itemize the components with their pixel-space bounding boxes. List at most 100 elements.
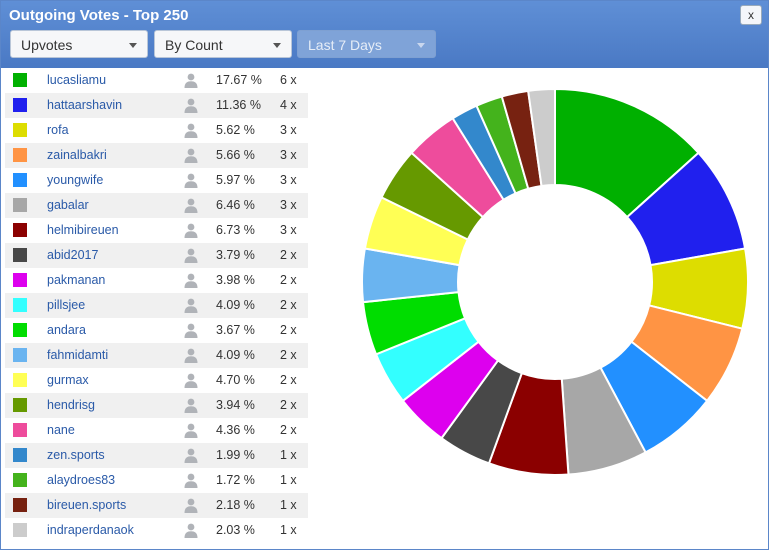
list-item: alaydroes83 1.72 % 1 x — [5, 468, 308, 493]
color-swatch — [13, 248, 27, 262]
color-swatch — [13, 323, 27, 337]
voter-name-link[interactable]: lucasliamu — [47, 73, 106, 87]
vote-type-select[interactable]: Upvotes — [10, 30, 148, 58]
vote-percent: 3.98 % — [216, 273, 255, 287]
vote-percent: 1.72 % — [216, 473, 255, 487]
user-icon[interactable] — [183, 297, 199, 313]
voter-name-link[interactable]: rofa — [47, 123, 69, 137]
user-icon[interactable] — [183, 322, 199, 338]
user-icon[interactable] — [183, 497, 199, 513]
panel-header: Outgoing Votes - Top 250 x Upvotes By Co… — [1, 1, 768, 68]
vote-count: 3 x — [280, 123, 297, 137]
vote-count: 2 x — [280, 398, 297, 412]
color-swatch — [13, 398, 27, 412]
list-item: rofa 5.62 % 3 x — [5, 118, 308, 143]
list-item: bireuen.sports 2.18 % 1 x — [5, 493, 308, 518]
list-item: andara 3.67 % 2 x — [5, 318, 308, 343]
user-icon[interactable] — [183, 422, 199, 438]
voter-name-link[interactable]: helmibireuen — [47, 223, 119, 237]
voter-name-link[interactable]: abid2017 — [47, 248, 98, 262]
voter-name-link[interactable]: gabalar — [47, 198, 89, 212]
list-item: lucasliamu 17.67 % 6 x — [5, 68, 308, 93]
close-button[interactable]: x — [740, 5, 762, 25]
color-swatch — [13, 423, 27, 437]
user-icon[interactable] — [183, 147, 199, 163]
vote-percent: 5.62 % — [216, 123, 255, 137]
user-icon[interactable] — [183, 522, 199, 538]
voter-name-link[interactable]: fahmidamti — [47, 348, 108, 362]
voter-name-link[interactable]: indraperdanaok — [47, 523, 134, 537]
vote-count: 3 x — [280, 148, 297, 162]
user-icon[interactable] — [183, 347, 199, 363]
panel-title: Outgoing Votes - Top 250 — [9, 7, 189, 24]
votes-donut-chart — [361, 87, 749, 476]
vote-count: 1 x — [280, 473, 297, 487]
vote-percent: 17.67 % — [216, 73, 262, 87]
user-icon[interactable] — [183, 372, 199, 388]
list-item: helmibireuen 6.73 % 3 x — [5, 218, 308, 243]
voter-name-link[interactable]: pakmanan — [47, 273, 105, 287]
voter-name-link[interactable]: youngwife — [47, 173, 103, 187]
vote-count: 2 x — [280, 273, 297, 287]
vote-percent: 6.46 % — [216, 198, 255, 212]
voter-name-link[interactable]: hattaarshavin — [47, 98, 122, 112]
voter-name-link[interactable]: zainalbakri — [47, 148, 107, 162]
chevron-down-icon — [129, 43, 137, 48]
voter-name-link[interactable]: alaydroes83 — [47, 473, 115, 487]
list-item: pillsjee 4.09 % 2 x — [5, 293, 308, 318]
vote-percent: 4.09 % — [216, 348, 255, 362]
voter-name-link[interactable]: bireuen.sports — [47, 498, 126, 512]
list-item: fahmidamti 4.09 % 2 x — [5, 343, 308, 368]
user-icon[interactable] — [183, 472, 199, 488]
period-select: Last 7 Days — [297, 30, 436, 58]
voter-name-link[interactable]: pillsjee — [47, 298, 85, 312]
vote-type-value: Upvotes — [21, 37, 73, 53]
list-item: zainalbakri 5.66 % 3 x — [5, 143, 308, 168]
color-swatch — [13, 148, 27, 162]
sort-select[interactable]: By Count — [154, 30, 292, 58]
color-swatch — [13, 173, 27, 187]
list-item: indraperdanaok 2.03 % 1 x — [5, 518, 308, 543]
voter-name-link[interactable]: nane — [47, 423, 75, 437]
period-value: Last 7 Days — [308, 37, 382, 53]
user-icon[interactable] — [183, 447, 199, 463]
vote-percent: 3.94 % — [216, 398, 255, 412]
voter-name-link[interactable]: andara — [47, 323, 86, 337]
vote-percent: 4.09 % — [216, 298, 255, 312]
color-swatch — [13, 98, 27, 112]
voter-name-link[interactable]: gurmax — [47, 373, 89, 387]
vote-count: 3 x — [280, 223, 297, 237]
list-item: pakmanan 3.98 % 2 x — [5, 268, 308, 293]
vote-count: 1 x — [280, 448, 297, 462]
vote-percent: 4.70 % — [216, 373, 255, 387]
vote-percent: 2.18 % — [216, 498, 255, 512]
list-item: gurmax 4.70 % 2 x — [5, 368, 308, 393]
user-icon[interactable] — [183, 222, 199, 238]
color-swatch — [13, 123, 27, 137]
user-icon[interactable] — [183, 272, 199, 288]
user-icon[interactable] — [183, 122, 199, 138]
voter-name-link[interactable]: hendrisg — [47, 398, 95, 412]
user-icon[interactable] — [183, 397, 199, 413]
voter-list: lucasliamu 17.67 % 6 x hattaarshavin 11.36 %… — [5, 68, 308, 543]
list-item: zen.sports 1.99 % 1 x — [5, 443, 308, 468]
user-icon[interactable] — [183, 197, 199, 213]
color-swatch — [13, 348, 27, 362]
vote-percent: 1.99 % — [216, 448, 255, 462]
vote-count: 1 x — [280, 498, 297, 512]
vote-percent: 6.73 % — [216, 223, 255, 237]
user-icon[interactable] — [183, 72, 199, 88]
list-item: youngwife 5.97 % 3 x — [5, 168, 308, 193]
color-swatch — [13, 448, 27, 462]
color-swatch — [13, 198, 27, 212]
vote-percent: 2.03 % — [216, 523, 255, 537]
vote-percent: 3.67 % — [216, 323, 255, 337]
user-icon[interactable] — [183, 172, 199, 188]
voter-name-link[interactable]: zen.sports — [47, 448, 105, 462]
vote-count: 2 x — [280, 373, 297, 387]
list-item: abid2017 3.79 % 2 x — [5, 243, 308, 268]
vote-percent: 3.79 % — [216, 248, 255, 262]
user-icon[interactable] — [183, 97, 199, 113]
color-swatch — [13, 523, 27, 537]
user-icon[interactable] — [183, 247, 199, 263]
